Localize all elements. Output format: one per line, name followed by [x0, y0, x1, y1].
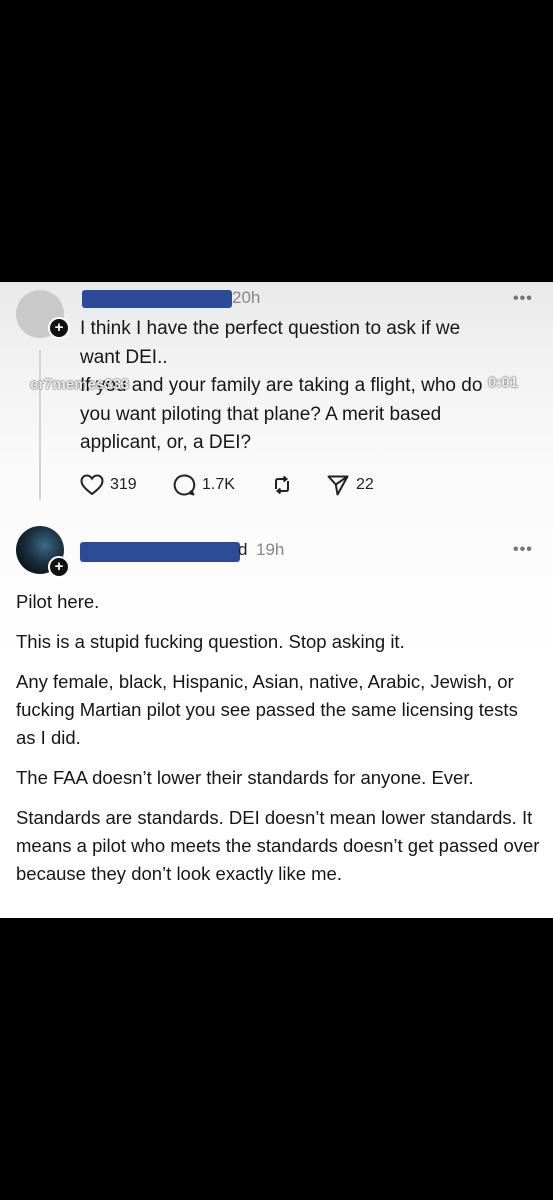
post-text: I think I have the perfect question to a…: [80, 315, 530, 458]
repost-icon: [275, 475, 289, 495]
post-line: If you and your family are taking a flig…: [80, 375, 483, 396]
post-paragraph: Pilot here.: [16, 591, 100, 612]
more-options-icon[interactable]: •••: [513, 290, 533, 308]
reply-count: 1.7K: [202, 476, 235, 493]
post-paragraph: This is a stupid fucking question. Stop …: [16, 631, 405, 652]
post-paragraph: Any female, black, Hispanic, Asian, nati…: [16, 671, 518, 748]
username-fragment: d: [238, 540, 248, 559]
screenshot-card: + 20h ••• I think I have the perfect que…: [0, 282, 553, 918]
watermark-timer: 0:01: [488, 374, 519, 391]
post-action-bar: 319 1.7K 22: [80, 472, 400, 498]
post-timestamp: 19h: [256, 540, 285, 559]
post-text: Pilot here. This is a stupid fucking que…: [16, 588, 541, 900]
follow-plus-icon[interactable]: +: [48, 317, 70, 339]
redacted-username: [82, 290, 232, 308]
share-count: 22: [356, 476, 374, 493]
thread-line: [39, 350, 41, 500]
post-line: I think I have the perfect question to a…: [80, 318, 461, 339]
more-options-icon[interactable]: •••: [513, 541, 533, 559]
watermark-username: cr7memes333: [30, 376, 130, 393]
send-icon: [327, 475, 349, 496]
repost-button[interactable]: [270, 472, 300, 498]
post-line: want DEI..: [80, 346, 168, 368]
reply-button[interactable]: 1.7K: [172, 472, 235, 498]
comment-icon: [173, 474, 196, 496]
post-paragraph: The FAA doesn’t lower their standards fo…: [16, 767, 474, 788]
redacted-username: [80, 542, 240, 562]
post-line: you want piloting that plane? A merit ba…: [80, 403, 442, 425]
like-count: 319: [110, 476, 137, 493]
share-button[interactable]: 22: [326, 472, 374, 498]
heart-icon: [80, 474, 104, 496]
like-button[interactable]: 319: [80, 472, 137, 498]
follow-plus-icon[interactable]: +: [48, 556, 70, 578]
post-line: applicant, or, a DEI?: [80, 432, 252, 453]
post-paragraph: Standards are standards. DEI doesn’t mea…: [16, 807, 540, 884]
post-timestamp: 20h: [232, 288, 261, 307]
